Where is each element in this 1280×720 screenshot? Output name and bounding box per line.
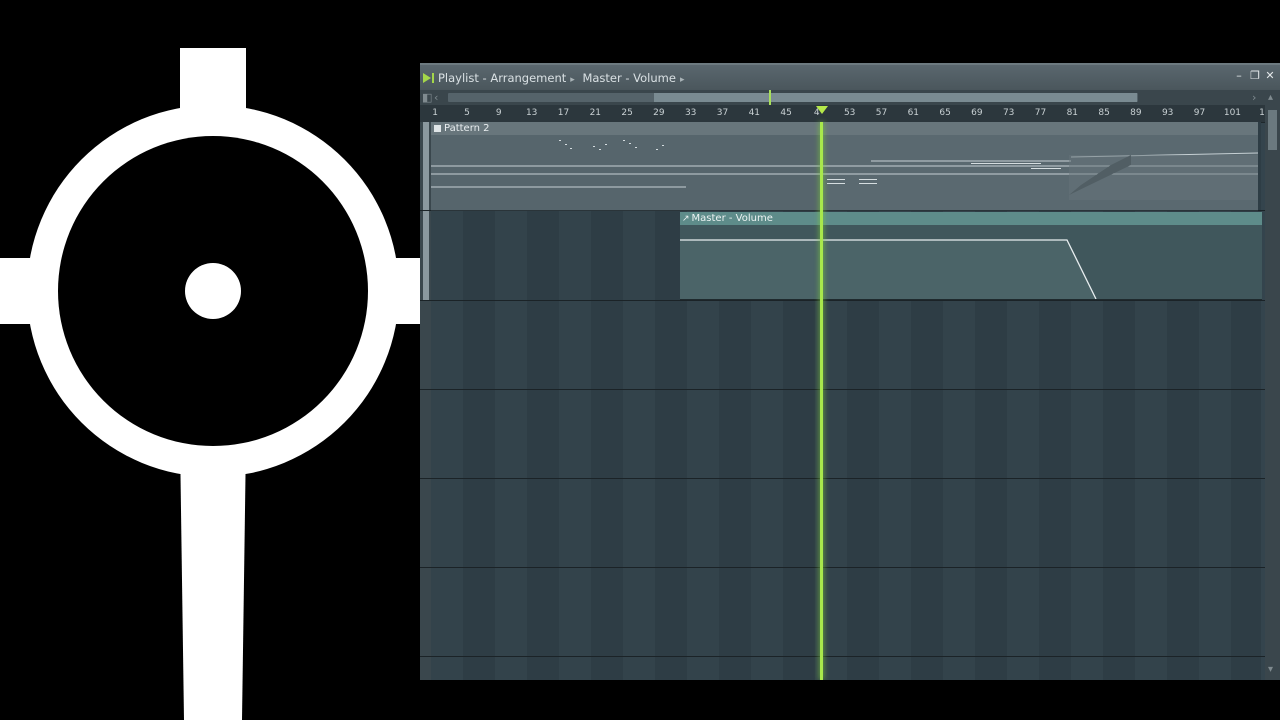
scroll-position-marker — [769, 90, 771, 105]
pattern-clip[interactable]: Pattern 2 — [431, 122, 1258, 211]
close-button[interactable]: ✕ — [1263, 70, 1277, 82]
playlist-icon — [423, 73, 434, 83]
ruler-bar-label: 65 — [939, 108, 951, 118]
playhead-line — [820, 122, 823, 680]
ruler-bar-label: 101 — [1223, 108, 1242, 118]
chevron-right-icon: ▸ — [570, 75, 575, 85]
breadcrumb-master-volume[interactable]: Master - Volume — [582, 71, 676, 85]
vertical-scroll-thumb[interactable] — [1268, 110, 1277, 150]
ruler-bar-label: 73 — [1002, 108, 1015, 118]
ruler-bar-label: 93 — [1161, 108, 1174, 118]
time-ruler[interactable]: 1 5 9 13 17 21 25 29 33 37 41 45 4 53 57 61 65 69 73 77 81 85… — [420, 105, 1265, 123]
ruler-bar-label: 81 — [1066, 108, 1079, 118]
ruler-bar-label: 61 — [907, 108, 920, 118]
ruler-bar-label: 69 — [971, 108, 983, 118]
ruler-bar-label: 53 — [843, 108, 856, 118]
ruler-bar-label: 37 — [716, 108, 729, 118]
ruler-bar-label: 41 — [748, 108, 761, 118]
automation-clip-label: Master - Volume — [691, 213, 773, 224]
scroll-left-icon[interactable]: ◧ — [422, 91, 432, 104]
ruler-bar-label: 13 — [525, 108, 538, 118]
scroll-up-icon[interactable]: ▴ — [1268, 92, 1273, 103]
scroll-down-icon[interactable]: ▾ — [1268, 664, 1273, 675]
ruler-bar-label: 77 — [1034, 108, 1047, 118]
track-divider — [420, 567, 1265, 568]
ruler-bar-label: 29 — [653, 108, 665, 118]
ruler-bar-label: 89 — [1130, 108, 1142, 118]
selected-tracks-highlight — [423, 122, 429, 300]
automation-clip[interactable]: ↗ Master - Volume — [680, 212, 1262, 300]
ruler-bar-label: 9 — [495, 108, 502, 118]
ruler-bar-label: 1 — [432, 108, 439, 118]
playlist-window: Playlist - Arrangement ▸ Master - Volume ▸… — [420, 63, 1280, 680]
ruler-bar-label: 25 — [621, 108, 633, 118]
automation-curve — [680, 239, 1097, 299]
scroll-thumb[interactable] — [654, 93, 1137, 102]
horizontal-scrollbar[interactable]: ◧ ‹ › ▪ — [420, 90, 1280, 105]
track-divider — [420, 389, 1265, 390]
track-selector-strip[interactable] — [420, 122, 431, 680]
ruler-bar-label: 17 — [557, 108, 570, 118]
title-bar[interactable]: Playlist - Arrangement ▸ Master - Volume ▸… — [420, 63, 1280, 90]
ruler-bar-label: 57 — [875, 108, 888, 118]
ruler-bar-label: 1 — [1259, 108, 1265, 118]
ruler-bar-label: 4 — [813, 108, 820, 118]
pattern-note-preview — [431, 135, 1258, 210]
ruler-bar-label: 97 — [1193, 108, 1206, 118]
pattern-icon — [434, 125, 441, 132]
scroll-left-arrow-icon[interactable]: ‹ — [434, 91, 438, 104]
chevron-right-icon: ▸ — [679, 75, 685, 85]
ruler-bar-label: 85 — [1098, 108, 1110, 118]
track-divider — [420, 478, 1265, 479]
vertical-scrollbar[interactable]: ▴ ▾ — [1265, 90, 1280, 680]
ruler-bar-label: 45 — [780, 108, 792, 118]
automation-clip-header[interactable]: ↗ Master - Volume — [680, 212, 1262, 225]
pattern-clip-label: Pattern 2 — [444, 123, 490, 134]
ruler-bar-label: 5 — [464, 108, 470, 118]
pattern-clip-header[interactable]: Pattern 2 — [431, 122, 1258, 135]
ruler-bar-label: 33 — [684, 108, 697, 118]
crosshair-logo — [0, 48, 420, 720]
track-area[interactable]: Pattern 2 ↗ Master - Volume — [420, 122, 1265, 680]
track-divider — [420, 300, 1265, 301]
ruler-bar-label: 21 — [589, 108, 602, 118]
scroll-right-arrow-icon[interactable]: › — [1252, 91, 1256, 104]
breadcrumb-playlist[interactable]: Playlist - Arrangement — [438, 71, 566, 85]
minimize-button[interactable]: – — [1232, 70, 1246, 82]
restore-button[interactable]: ❐ — [1248, 70, 1262, 82]
breadcrumb: Playlist - Arrangement ▸ Master - Volume ▸ — [438, 71, 688, 85]
track-divider — [420, 656, 1265, 657]
